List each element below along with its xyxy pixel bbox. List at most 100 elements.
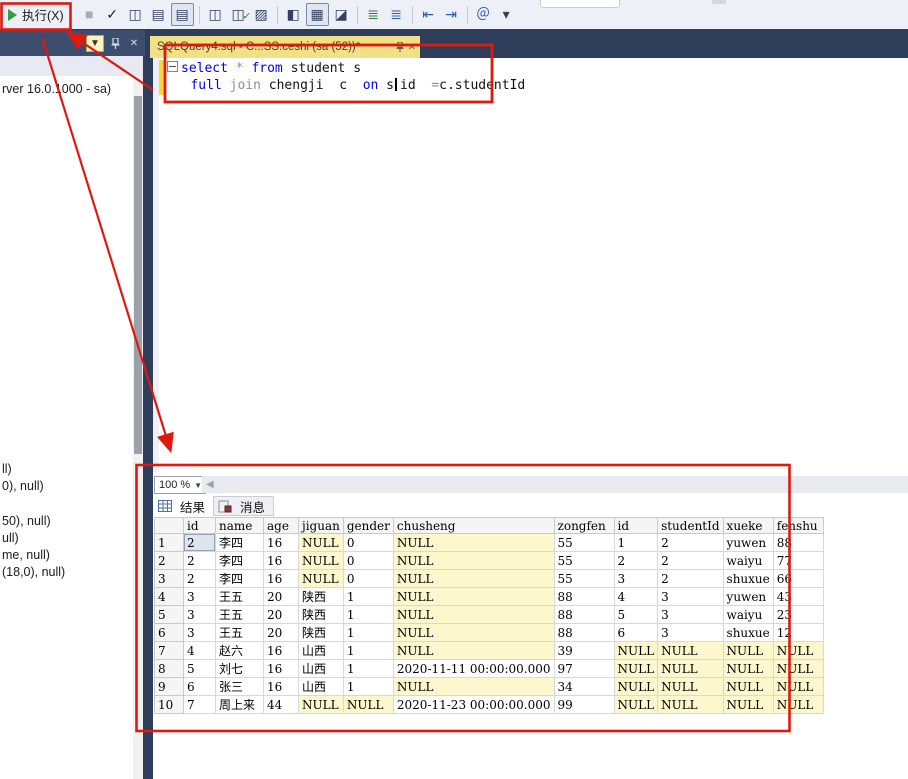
grid-cell[interactable]: 赵六 xyxy=(215,641,264,660)
parse-query-icon[interactable]: ✓ xyxy=(102,4,123,25)
grid-cell[interactable]: 16 xyxy=(263,533,299,552)
grid-cell[interactable]: NULL xyxy=(657,695,724,714)
grid-column-header[interactable]: name xyxy=(215,517,264,534)
grid-cell[interactable]: 16 xyxy=(263,569,299,588)
grid-cell[interactable]: 5 xyxy=(183,659,216,678)
pin-icon[interactable] xyxy=(396,42,404,52)
grid-row-header[interactable]: 5 xyxy=(154,605,184,624)
grid-cell[interactable]: 55 xyxy=(553,569,615,588)
grid-cell[interactable]: 王五 xyxy=(215,587,264,606)
grid-cell[interactable]: 99 xyxy=(553,695,615,714)
grid-cell[interactable]: 3 xyxy=(657,623,724,642)
grid-cell[interactable]: NULL xyxy=(657,641,724,660)
grid-cell[interactable]: NULL xyxy=(342,695,394,714)
grid-cell[interactable]: NULL xyxy=(657,677,724,696)
grid-cell[interactable]: 20 xyxy=(263,605,299,624)
grid-cell[interactable]: 周上来 xyxy=(215,695,264,714)
grid-cell[interactable]: 2 xyxy=(657,533,724,552)
scroll-left-icon[interactable]: ◀ xyxy=(206,479,214,490)
results-pane-toggle-icon[interactable]: ▤ xyxy=(170,3,194,26)
uncomment-icon[interactable]: ≣ xyxy=(386,4,407,25)
grid-column-header[interactable]: age xyxy=(263,517,299,534)
grid-cell[interactable]: NULL xyxy=(392,533,555,552)
grid-cell[interactable]: 39 xyxy=(553,641,615,660)
grid-cell[interactable]: 88 xyxy=(553,605,615,624)
grid-cell[interactable]: 2 xyxy=(657,569,724,588)
execute-button[interactable]: 执行(X) xyxy=(4,3,70,27)
grid-cell[interactable]: NULL xyxy=(722,659,774,678)
tree-item[interactable]: ull) xyxy=(2,531,19,545)
decrease-indent-icon[interactable]: ⇤ xyxy=(418,4,439,25)
grid-cell[interactable]: 12 xyxy=(772,623,824,642)
grid-cell[interactable]: 3 xyxy=(657,587,724,606)
grid-row-header[interactable]: 7 xyxy=(154,641,184,660)
grid-cell[interactable]: 陕西 xyxy=(298,605,344,624)
grid-cell[interactable]: 山西 xyxy=(298,659,344,678)
grid-cell[interactable]: 1 xyxy=(342,641,394,660)
grid-column-header[interactable]: jiguan xyxy=(298,517,344,534)
grid-column-header[interactable]: studentId xyxy=(657,517,724,534)
grid-cell[interactable]: NULL xyxy=(722,641,774,660)
grid-cell[interactable]: 1 xyxy=(342,605,394,624)
grid-cell[interactable]: 2 xyxy=(613,551,659,570)
grid-row-header[interactable]: 6 xyxy=(154,623,184,642)
estimated-plan-icon[interactable]: ◫ xyxy=(125,4,146,25)
grid-column-header[interactable]: fenshu xyxy=(772,517,824,534)
results-to-grid-icon[interactable]: ▦ xyxy=(305,3,329,26)
actual-plan-icon[interactable]: ◫ xyxy=(205,4,226,25)
grid-cell[interactable]: 1 xyxy=(342,623,394,642)
grid-cell[interactable]: NULL xyxy=(298,533,344,552)
grid-cell[interactable]: 77 xyxy=(772,551,824,570)
close-icon[interactable]: ✕ xyxy=(126,36,142,51)
grid-corner[interactable] xyxy=(154,517,184,534)
grid-cell[interactable]: NULL xyxy=(298,569,344,588)
grid-cell[interactable]: 20 xyxy=(263,587,299,606)
grid-cell[interactable]: yuwen xyxy=(722,587,774,606)
grid-cell[interactable]: NULL xyxy=(613,641,659,660)
grid-cell[interactable]: 1 xyxy=(342,587,394,606)
server-node[interactable]: rver 16.0.1000 - sa) xyxy=(2,82,111,96)
grid-row-header[interactable]: 1 xyxy=(154,533,184,552)
grid-cell[interactable]: 李四 xyxy=(215,533,264,552)
results-to-text-icon[interactable]: ◧ xyxy=(283,4,304,25)
results-hscrollbar[interactable]: ◀ xyxy=(202,476,908,493)
grid-cell[interactable]: NULL xyxy=(772,659,824,678)
grid-cell[interactable]: 16 xyxy=(263,677,299,696)
stop-icon[interactable]: ■ xyxy=(79,4,100,25)
grid-cell[interactable]: NULL xyxy=(392,587,555,606)
grid-cell[interactable]: NULL xyxy=(392,677,555,696)
grid-row-header[interactable]: 3 xyxy=(154,569,184,588)
grid-cell[interactable]: 6 xyxy=(613,623,659,642)
grid-cell[interactable]: NULL xyxy=(772,695,824,714)
grid-cell[interactable]: 16 xyxy=(263,659,299,678)
grid-cell[interactable]: 88 xyxy=(772,533,824,552)
grid-cell[interactable]: 44 xyxy=(263,695,299,714)
grid-cell[interactable]: NULL xyxy=(298,695,344,714)
grid-cell[interactable]: 2 xyxy=(183,551,216,570)
tree-item[interactable]: ll) xyxy=(2,462,12,476)
grid-cell[interactable]: 2 xyxy=(183,569,216,588)
grid-cell[interactable]: 刘七 xyxy=(215,659,264,678)
grid-cell[interactable]: 16 xyxy=(263,551,299,570)
grid-cell[interactable]: 0 xyxy=(342,569,394,588)
grid-cell[interactable]: 王五 xyxy=(215,623,264,642)
grid-cell[interactable]: 3 xyxy=(183,605,216,624)
grid-cell[interactable]: 2 xyxy=(183,533,216,552)
comment-icon[interactable]: ≣ xyxy=(363,4,384,25)
grid-cell[interactable]: 7 xyxy=(183,695,216,714)
grid-cell[interactable]: 97 xyxy=(553,659,615,678)
sql-editor[interactable]: select * from student s full join chengj… xyxy=(167,60,525,94)
grid-cell[interactable]: 王五 xyxy=(215,605,264,624)
grid-cell[interactable]: NULL xyxy=(392,623,555,642)
grid-cell[interactable]: waiyu xyxy=(722,605,774,624)
grid-cell[interactable]: 李四 xyxy=(215,569,264,588)
toolbar-overflow-icon[interactable]: ▾ xyxy=(496,4,517,25)
grid-cell[interactable]: shuxue xyxy=(722,623,774,642)
grid-cell[interactable]: 3 xyxy=(183,623,216,642)
grid-column-header[interactable]: zongfen xyxy=(553,517,615,534)
grid-column-header[interactable]: id xyxy=(613,517,659,534)
grid-cell[interactable]: shuxue xyxy=(722,569,774,588)
grid-cell[interactable]: 1 xyxy=(613,533,659,552)
grid-cell[interactable]: 山西 xyxy=(298,641,344,660)
grid-cell[interactable]: 张三 xyxy=(215,677,264,696)
